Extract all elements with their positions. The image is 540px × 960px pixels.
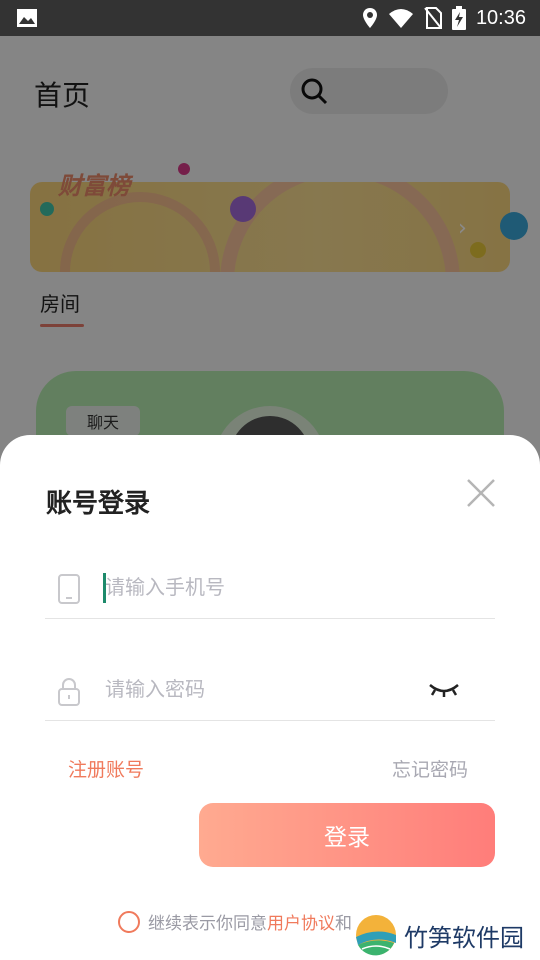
- forgot-password-link[interactable]: 忘记密码: [392, 755, 468, 782]
- text-cursor: [103, 573, 106, 603]
- password-field: [45, 657, 495, 721]
- register-link[interactable]: 注册账号: [68, 755, 144, 782]
- login-sheet: 账号登录 注册账号 忘记密码 登录 继续表示你同意 用户协议 和: [0, 435, 540, 960]
- watermark: 竹笋软件园: [352, 910, 540, 960]
- agreement-checkbox[interactable]: [118, 910, 140, 933]
- wifi-icon: [388, 9, 413, 28]
- user-agreement-link[interactable]: 用户协议: [267, 909, 335, 934]
- status-time: 10:36: [475, 6, 526, 29]
- phone-field: [45, 555, 495, 619]
- agreement-row: 继续表示你同意 用户协议 和: [118, 909, 352, 934]
- battery-charging-icon: [451, 6, 466, 30]
- watermark-text: 竹笋软件园: [404, 923, 524, 952]
- agreement-suffix: 和: [335, 914, 352, 934]
- agreement-text: 继续表示你同意: [148, 914, 267, 934]
- no-sim-icon: [424, 7, 442, 29]
- status-bar: 10:36: [0, 0, 540, 36]
- login-button[interactable]: 登录: [199, 803, 495, 867]
- eye-closed-icon[interactable]: [427, 681, 461, 701]
- password-input[interactable]: [105, 671, 435, 707]
- phone-input[interactable]: [105, 569, 435, 605]
- watermark-logo-icon: [356, 915, 396, 956]
- close-icon[interactable]: [463, 475, 499, 511]
- location-icon: [362, 8, 377, 28]
- phone-icon: [58, 574, 80, 604]
- gallery-icon: [17, 9, 37, 27]
- lock-icon: [58, 678, 80, 706]
- sheet-title: 账号登录: [46, 489, 151, 519]
